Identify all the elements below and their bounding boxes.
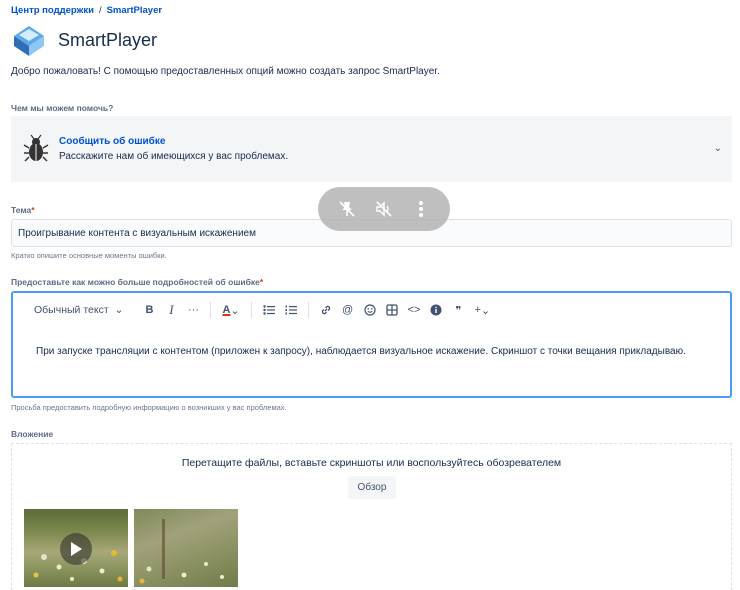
- portal-logo-icon: [14, 26, 44, 56]
- description-label: Предоставьте как можно больше подробност…: [11, 277, 263, 287]
- emoji-icon: [364, 304, 376, 316]
- required-marker: *: [259, 277, 264, 287]
- bullet-list-icon: [262, 305, 275, 315]
- table-button[interactable]: [383, 300, 401, 320]
- bullet-list-button[interactable]: [260, 300, 278, 320]
- portal-header: SmartPlayer: [11, 22, 157, 58]
- text-color-icon: A: [222, 304, 231, 316]
- play-icon: [71, 542, 82, 556]
- toolbar-divider: [210, 302, 212, 318]
- pin-off-icon: [339, 201, 355, 217]
- dropzone-text: Перетащите файлы, вставьте скриншоты или…: [181, 457, 562, 469]
- unpin-button[interactable]: [335, 197, 359, 221]
- description-hint: Просьба предоставить подробную информаци…: [11, 403, 287, 412]
- toolbar-divider: [307, 302, 309, 318]
- info-panel-button[interactable]: [427, 300, 445, 320]
- emoji-button[interactable]: [361, 300, 379, 320]
- attachment-label: Вложение: [11, 429, 54, 439]
- more-formatting-button[interactable]: ···: [184, 300, 202, 320]
- toolbar-divider: [250, 302, 252, 318]
- subject-label: Тема*: [11, 205, 35, 215]
- request-type-select[interactable]: Сообщить об ошибке Расскажите нам об име…: [11, 116, 732, 182]
- bug-icon: [23, 134, 49, 162]
- subject-label-text: Тема: [11, 205, 32, 215]
- request-type-text: Сообщить об ошибке Расскажите нам об име…: [59, 136, 288, 162]
- required-marker: *: [31, 205, 35, 215]
- breadcrumb-help-center[interactable]: Центр поддержки: [11, 5, 94, 16]
- subject-hint: Кратко опишите основные моменты ошибки.: [11, 251, 167, 260]
- browse-button[interactable]: Обзор: [348, 476, 396, 499]
- link-button[interactable]: [317, 300, 335, 320]
- numbered-list-icon: [285, 305, 297, 315]
- quote-button[interactable]: ❞: [449, 300, 467, 320]
- code-button[interactable]: <>: [405, 300, 424, 320]
- chevron-down-icon[interactable]: ⌄: [714, 143, 722, 154]
- chevron-down-icon: ⌄: [230, 304, 240, 317]
- breadcrumb-separator: /: [98, 5, 102, 16]
- more-vertical-icon: [419, 201, 424, 217]
- description-editor[interactable]: Обычный текст ⌄ B I ··· A ⌄ @ <> ❞ + ⌄ П…: [11, 291, 732, 398]
- editor-toolbar: Обычный текст ⌄ B I ··· A ⌄ @ <> ❞ + ⌄: [13, 293, 730, 327]
- request-type-label: Чем мы можем помочь?: [11, 103, 114, 113]
- play-button[interactable]: [60, 533, 92, 565]
- description-label-text: Предоставьте как можно больше подробност…: [11, 277, 260, 287]
- attachment-thumbnail-video[interactable]: [24, 509, 128, 587]
- text-style-label: Обычный текст: [34, 304, 109, 316]
- text-color-button[interactable]: A ⌄: [219, 300, 242, 320]
- italic-button[interactable]: I: [162, 300, 180, 320]
- description-text[interactable]: При запуске трансляции с контентом (прил…: [36, 346, 686, 357]
- request-type-title: Сообщить об ошибке: [59, 136, 166, 147]
- breadcrumb-portal[interactable]: SmartPlayer: [107, 5, 162, 16]
- bold-button[interactable]: B: [140, 300, 158, 320]
- link-icon: [321, 305, 330, 315]
- text-style-dropdown[interactable]: Обычный текст ⌄: [31, 300, 126, 320]
- chevron-down-icon: ⌄: [480, 304, 491, 317]
- more-options-button[interactable]: [409, 197, 433, 221]
- numbered-list-button[interactable]: [282, 300, 300, 320]
- mute-button[interactable]: [372, 197, 396, 221]
- page-title: SmartPlayer: [58, 29, 158, 50]
- mention-button[interactable]: @: [339, 300, 357, 320]
- welcome-text: Добро пожаловать! С помощью предоставлен…: [11, 66, 440, 77]
- chevron-down-icon: ⌄: [114, 304, 124, 316]
- attachment-thumbnail-image[interactable]: [134, 509, 238, 587]
- volume-muted-icon: [376, 201, 392, 217]
- meadow-image: [139, 519, 224, 584]
- floating-control-bar: [318, 187, 450, 231]
- breadcrumb: Центр поддержки / SmartPlayer: [11, 5, 162, 16]
- info-icon: [430, 304, 442, 316]
- insert-button[interactable]: + ⌄: [471, 300, 493, 320]
- request-type-description: Расскажите нам об имеющихся у вас пробле…: [59, 151, 289, 162]
- table-icon: [385, 304, 398, 316]
